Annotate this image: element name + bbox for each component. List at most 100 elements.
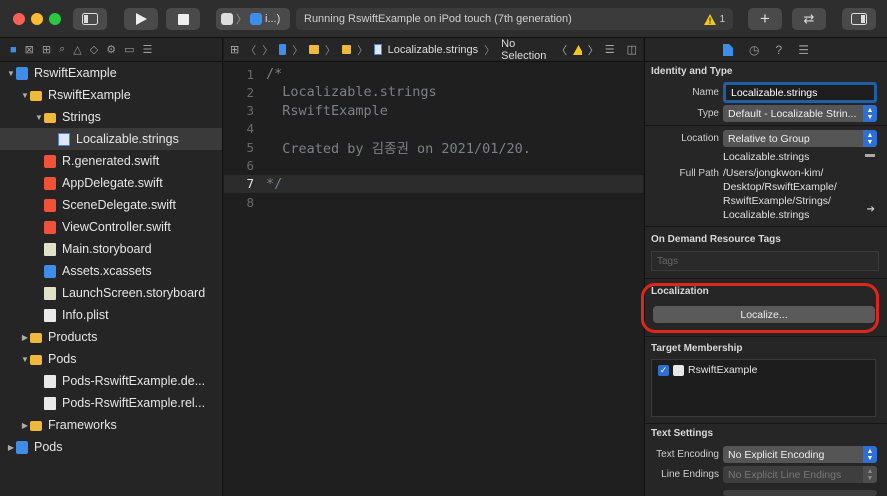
find-tab-icon[interactable]: ⌕	[59, 43, 65, 56]
navigator-item[interactable]: Pods-RswiftExample.de...	[0, 370, 222, 392]
target-checkbox[interactable]: ✓	[658, 364, 669, 376]
navigator-item[interactable]: ▼ Pods	[0, 348, 222, 370]
location-label: Location	[681, 133, 719, 144]
report-tab-icon[interactable]: ☰	[142, 43, 152, 56]
project-crumb-icon[interactable]	[279, 44, 287, 55]
close-window-button[interactable]	[13, 13, 25, 25]
tags-field[interactable]: Tags	[651, 251, 879, 271]
chevron-left-icon[interactable]: 〈	[556, 42, 567, 58]
symbol-tab-icon[interactable]: ⊞	[42, 43, 51, 56]
swift-file-icon	[44, 154, 56, 168]
folder-icon	[30, 420, 42, 431]
project-icon	[16, 440, 28, 454]
line-number: 7	[246, 176, 254, 192]
reveal-folder-icon[interactable]: ▬	[865, 149, 875, 160]
navigator-item[interactable]: ViewController.swift	[0, 216, 222, 238]
jump-selection-crumb[interactable]: No Selection	[501, 38, 550, 62]
minimize-window-button[interactable]	[31, 13, 43, 25]
related-items-icon[interactable]: ⊞	[230, 43, 239, 56]
swap-arrows-icon: ⇄	[803, 11, 815, 26]
attributes-tab-icon[interactable]: ☰	[798, 43, 809, 57]
debug-tab-icon[interactable]: ⚙	[106, 43, 116, 56]
location-popup[interactable]: Relative to Group ▲ ▼	[723, 130, 877, 147]
code-line[interactable]: 1 /*	[224, 65, 643, 83]
reveal-in-finder-icon[interactable]: ➔	[867, 204, 875, 215]
navigator-item[interactable]: ▶ Frameworks	[0, 414, 222, 436]
toggle-navigator-button[interactable]	[73, 8, 107, 30]
disclosure-open-icon[interactable]: ▼	[6, 69, 16, 78]
play-icon	[136, 13, 147, 25]
code-text: Localizable.strings	[266, 84, 437, 101]
disclosure-closed-icon[interactable]: ▶	[6, 443, 16, 452]
popup-arrows-icon: ▲ ▼	[863, 466, 877, 483]
swift-file-icon	[44, 176, 56, 190]
adjust-editor-icon[interactable]: ☰	[605, 43, 615, 56]
disclosure-closed-icon[interactable]: ▶	[20, 421, 30, 430]
breakpoint-tab-icon[interactable]: ▭	[124, 43, 134, 56]
code-line[interactable]: 7 */	[224, 174, 643, 193]
location-file-name: Localizable.strings	[723, 151, 810, 163]
navigator-item[interactable]: Localizable.strings	[0, 128, 222, 150]
text-encoding-popup[interactable]: No Explicit Encoding ▲ ▼	[723, 446, 877, 463]
code-line[interactable]: 8	[224, 193, 643, 211]
navigator-item[interactable]: AppDelegate.swift	[0, 172, 222, 194]
type-popup[interactable]: Default - Localizable Strin... ▲ ▼	[723, 105, 877, 122]
toggle-inspector-button[interactable]	[842, 8, 876, 30]
navigator-item[interactable]: Assets.xcassets	[0, 260, 222, 282]
folder-icon	[44, 112, 56, 123]
navigator-item[interactable]: SceneDelegate.swift	[0, 194, 222, 216]
navigator-item[interactable]: ▶ Pods	[0, 436, 222, 458]
navigator-item[interactable]: ▶ Products	[0, 326, 222, 348]
run-button[interactable]	[124, 8, 158, 30]
folder-crumb-icon[interactable]	[341, 45, 352, 54]
split-editor-icon[interactable]: ◫	[627, 43, 637, 56]
history-tab-icon[interactable]: ◷	[749, 43, 759, 57]
source-control-tab-icon[interactable]: ⊠	[25, 43, 34, 56]
code-line[interactable]: 6	[224, 157, 643, 175]
navigator-item[interactable]: R.generated.swift	[0, 150, 222, 172]
help-tab-icon[interactable]: ?	[776, 43, 783, 57]
chevron-right-icon: 〉	[236, 14, 247, 26]
code-line[interactable]: 5 Created by 김종권 on 2021/01/20.	[224, 138, 643, 158]
code-line[interactable]: 4	[224, 120, 643, 138]
navigator-item-label: Products	[48, 330, 98, 344]
navigator-item[interactable]: LaunchScreen.storyboard	[0, 282, 222, 304]
swift-file-icon	[44, 220, 56, 234]
folder-crumb-icon[interactable]	[309, 45, 319, 54]
navigator-item[interactable]: ▼ RswiftExample	[0, 84, 222, 106]
forward-icon[interactable]: 〉	[262, 42, 273, 58]
file-inspector-tab-icon[interactable]	[723, 43, 734, 56]
warning-indicator[interactable]: 1	[704, 13, 725, 25]
name-field[interactable]: Localizable.strings	[723, 82, 877, 103]
target-name: RswiftExample	[688, 364, 758, 376]
code-line[interactable]: 2 Localizable.strings	[224, 83, 643, 101]
jump-file-crumb[interactable]: Localizable.strings	[388, 44, 479, 56]
navigator-item[interactable]: ▼ Strings	[0, 106, 222, 128]
issue-tab-icon[interactable]: △	[73, 43, 81, 56]
code-line[interactable]: 3 RswiftExample	[224, 102, 643, 120]
status-text: Running RswiftExample on iPod touch (7th…	[304, 13, 572, 25]
navigator-item[interactable]: ▼ RswiftExample	[0, 62, 222, 84]
scheme-selector[interactable]: 〉 i...)	[216, 8, 290, 30]
chevron-right-icon[interactable]: 〉	[588, 42, 599, 58]
stop-button[interactable]	[166, 8, 200, 30]
navigator-item[interactable]: Info.plist	[0, 304, 222, 326]
test-tab-icon[interactable]: ◇	[90, 43, 98, 56]
folder-tab-icon[interactable]: ■	[10, 44, 17, 56]
sidebar-right-icon	[851, 13, 867, 25]
divider	[645, 278, 887, 279]
code-review-button[interactable]: ⇄	[792, 8, 826, 30]
disclosure-open-icon[interactable]: ▼	[20, 91, 30, 100]
back-icon[interactable]: 〈	[245, 42, 256, 58]
line-endings-popup[interactable]: No Explicit Line Endings ▲ ▼	[723, 466, 877, 483]
disclosure-open-icon[interactable]: ▼	[20, 355, 30, 364]
warning-icon[interactable]	[573, 44, 582, 55]
project-icon	[16, 66, 28, 80]
navigator-item[interactable]: Pods-RswiftExample.rel...	[0, 392, 222, 414]
indent-popup[interactable]	[723, 490, 877, 496]
library-button[interactable]: +	[748, 8, 782, 30]
navigator-item[interactable]: Main.storyboard	[0, 238, 222, 260]
zoom-window-button[interactable]	[49, 13, 61, 25]
disclosure-open-icon[interactable]: ▼	[34, 113, 44, 122]
disclosure-closed-icon[interactable]: ▶	[20, 333, 30, 342]
